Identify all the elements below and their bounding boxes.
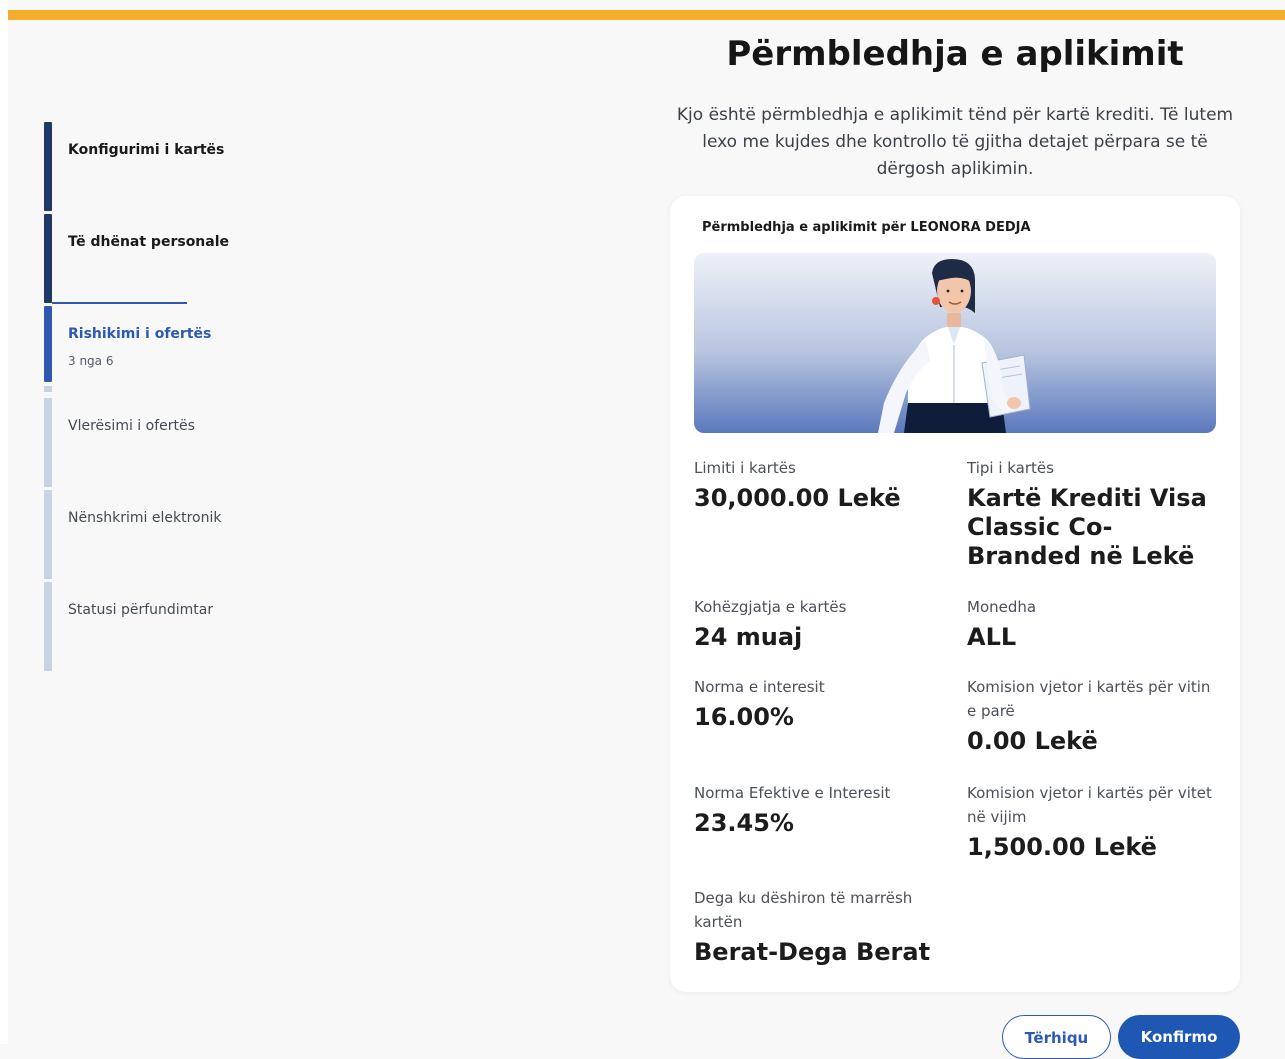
field-label: Dega ku dëshiron të marrësh kartën xyxy=(694,889,913,931)
field-value: 1,500.00 Lekë xyxy=(967,833,1157,861)
step-label: Nënshkrimi elektronik xyxy=(68,510,222,526)
top-accent-bar xyxy=(8,10,1285,20)
field-value: 16.00% xyxy=(694,703,794,731)
field-interest-rate: Norma e interesit 16.00% xyxy=(694,675,944,732)
step-label: Statusi përfundimtar xyxy=(68,602,214,618)
applicant-illustration xyxy=(694,253,1216,433)
step-progress-bar xyxy=(44,398,52,487)
step-final-status: Statusi përfundimtar xyxy=(44,582,304,671)
page-intro-text: Kjo është përmbledhja e aplikimit tënd p… xyxy=(676,105,1234,179)
confirm-button[interactable]: Konfirmo xyxy=(1118,1015,1240,1059)
step-label: Të dhënat personale xyxy=(68,234,230,250)
field-label: Monedha xyxy=(967,598,1037,616)
step-progress-bar xyxy=(44,306,52,382)
active-step-divider xyxy=(52,302,187,304)
field-currency: Monedha ALL xyxy=(967,595,1217,652)
step-offer-evaluation: Vlerësimi i ofertës xyxy=(44,398,304,487)
application-stepper: Konfigurimi i kartës Të dhënat personale… xyxy=(44,122,304,674)
field-value: Kartë Krediti Visa Classic Co-Branded në… xyxy=(967,484,1207,570)
field-annual-fee-first-year: Komision vjetor i kartës për vitin e par… xyxy=(967,675,1222,756)
step-counter: 3 nga 6 xyxy=(68,354,114,368)
field-value: ALL xyxy=(967,623,1017,651)
step-progress-bar xyxy=(44,490,52,579)
field-label: Tipi i kartës xyxy=(967,459,1054,477)
step-card-configuration[interactable]: Konfigurimi i kartës xyxy=(44,122,304,211)
step-label: Vlerësimi i ofertës xyxy=(68,418,195,434)
field-label: Limiti i kartës xyxy=(694,459,796,477)
field-label: Komision vjetor i kartës për vitet në vi… xyxy=(967,784,1212,826)
step-label: Rishikimi i ofertës xyxy=(68,326,212,342)
field-value: 30,000.00 Lekë xyxy=(694,484,901,512)
field-effective-interest-rate: Norma Efektive e Interesit 23.45% xyxy=(694,781,944,838)
field-card-type: Tipi i kartës Kartë Krediti Visa Classic… xyxy=(967,456,1217,571)
application-summary-card: Përmbledhja e aplikimit për LEONORA DEDJ… xyxy=(670,196,1240,992)
page-title: Përmbledhja e aplikimit xyxy=(726,34,1184,74)
step-offer-review[interactable]: Rishikimi i ofertës 3 nga 6 xyxy=(44,302,304,395)
step-progress-tail xyxy=(44,386,52,392)
field-annual-fee-next-years: Komision vjetor i kartës për vitet në vi… xyxy=(967,781,1222,862)
field-label: Norma Efektive e Interesit xyxy=(694,784,891,802)
step-electronic-signature: Nënshkrimi elektronik xyxy=(44,490,304,579)
field-value: 23.45% xyxy=(694,809,794,837)
field-value: 0.00 Lekë xyxy=(967,727,1098,755)
summary-card-title: Përmbledhja e aplikimit për LEONORA DEDJ… xyxy=(702,220,1031,235)
field-card-duration: Kohëzgjatja e kartës 24 muaj xyxy=(694,595,944,652)
step-personal-data[interactable]: Të dhënat personale xyxy=(44,214,304,303)
step-progress-bar xyxy=(44,122,52,211)
field-card-limit: Limiti i kartës 30,000.00 Lekë xyxy=(694,456,944,513)
back-button[interactable]: Tërhiqu xyxy=(1002,1015,1111,1059)
step-progress-bar xyxy=(44,582,52,671)
field-label: Kohëzgjatja e kartës xyxy=(694,598,847,616)
field-label: Komision vjetor i kartës për vitin e par… xyxy=(967,678,1211,720)
page-left-edge xyxy=(0,0,8,1044)
woman-with-document-illustration xyxy=(878,259,1031,433)
step-label: Konfigurimi i kartës xyxy=(68,142,225,158)
field-value: 24 muaj xyxy=(694,623,803,651)
field-label: Norma e interesit xyxy=(694,678,825,696)
field-pickup-branch: Dega ku dëshiron të marrësh kartën Berat… xyxy=(694,886,934,967)
field-value: Berat-Dega Berat xyxy=(694,938,931,966)
step-progress-bar xyxy=(44,214,52,303)
